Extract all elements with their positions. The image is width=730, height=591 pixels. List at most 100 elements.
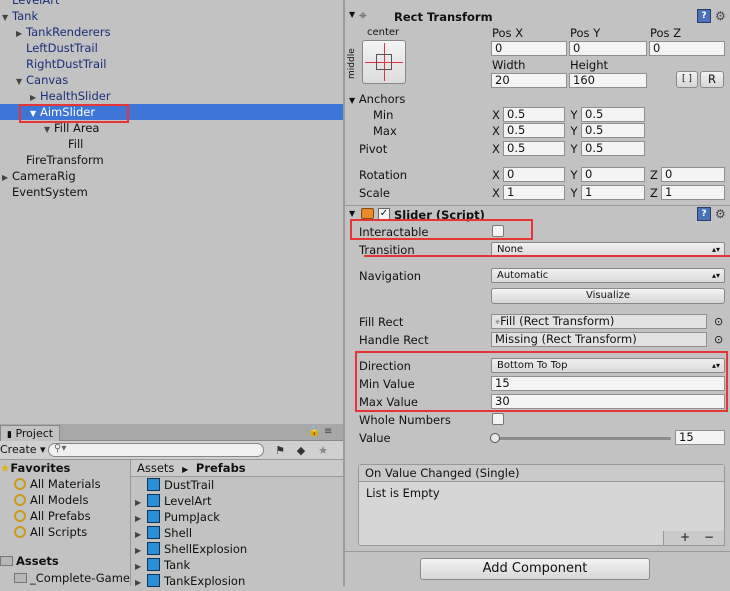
rect-transform-header[interactable]: ▼ ⌖ Rect Transform ? ⚙ xyxy=(345,7,730,27)
pos-x-field[interactable]: 0 xyxy=(491,41,567,56)
pivot-x-field[interactable]: 0.5 xyxy=(503,141,565,156)
height-field[interactable]: 160 xyxy=(569,73,647,88)
slider-component-header[interactable]: ▼ ✓ Slider (Script) ? ⚙ xyxy=(345,207,730,223)
prefab-cube-icon xyxy=(147,574,160,587)
scale-x-field[interactable]: 1 xyxy=(503,185,565,200)
interactable-checkbox[interactable] xyxy=(492,225,504,237)
rotation-y-field[interactable]: 0 xyxy=(581,167,645,182)
direction-dropdown[interactable]: Bottom To Top ▴▾ xyxy=(491,358,725,373)
anchor-max-y-field[interactable]: 0.5 xyxy=(581,123,645,138)
hierarchy-item[interactable]: EventSystem xyxy=(2,184,88,200)
scale-z-field[interactable]: 1 xyxy=(661,185,725,200)
asset-file-item[interactable]: ▶ Tank xyxy=(135,557,190,573)
component-enabled-checkbox[interactable]: ✓ xyxy=(378,208,390,220)
max-value-field[interactable]: 30 xyxy=(491,394,725,409)
asset-file-item[interactable]: ▶ ShellExplosion xyxy=(135,541,247,557)
fill-rect-value: Fill (Rect Transform) xyxy=(500,314,615,328)
favorite-item[interactable]: All Scripts xyxy=(14,524,87,540)
favorite-star-icon[interactable]: ★ xyxy=(313,442,333,459)
asset-file-item[interactable]: ▶ LevelArt xyxy=(135,493,211,509)
filter-label-icon[interactable]: ◆ xyxy=(291,442,311,459)
favorites-header[interactable]: ★Favorites xyxy=(0,460,70,476)
expand-down-icon[interactable]: ▼ xyxy=(16,74,26,90)
anchor-preset-button[interactable] xyxy=(362,40,406,84)
hierarchy-item[interactable]: ▼ Fill Area xyxy=(44,120,99,136)
help-icon[interactable]: ? xyxy=(697,207,711,221)
hierarchy-item-label: AimSlider xyxy=(40,105,96,119)
favorite-item[interactable]: All Materials xyxy=(14,476,101,492)
breadcrumb-current[interactable]: Prefabs xyxy=(196,461,246,475)
handle-rect-field[interactable]: Missing (Rect Transform) xyxy=(491,332,707,347)
rotation-x-field[interactable]: 0 xyxy=(503,167,565,182)
anchor-max-x-field[interactable]: 0.5 xyxy=(503,123,565,138)
expand-down-icon[interactable]: ▼ xyxy=(30,106,40,122)
remove-event-button[interactable]: − xyxy=(704,530,714,544)
hierarchy-item-selected[interactable]: ▼ AimSlider xyxy=(0,104,343,120)
pos-y-label: Pos Y xyxy=(570,26,601,40)
hierarchy-item[interactable]: ▶ CameraRig xyxy=(2,168,76,184)
anchors-foldout[interactable]: ▼ Anchors xyxy=(349,91,405,107)
value-label: Value xyxy=(359,431,391,445)
hierarchy-item[interactable]: LevelArt xyxy=(2,0,59,8)
asset-file-item[interactable]: ▶ Shell xyxy=(135,525,192,541)
assets-header[interactable]: Assets xyxy=(0,553,59,569)
anchor-min-y-field[interactable]: 0.5 xyxy=(581,107,645,122)
breadcrumb-root[interactable]: Assets xyxy=(137,461,174,475)
add-component-button[interactable]: Add Component xyxy=(420,558,650,580)
visualize-button[interactable]: Visualize xyxy=(491,288,725,304)
project-tab-bar: ▮ Project 🔒 ≡ xyxy=(0,424,343,441)
scale-y-field[interactable]: 1 xyxy=(581,185,645,200)
hierarchy-item[interactable]: Fill xyxy=(58,136,83,152)
foldout-arrow-icon[interactable]: ▼ xyxy=(349,209,355,218)
hierarchy-item[interactable]: LeftDustTrail xyxy=(16,40,98,56)
filter-type-icon[interactable]: ⚑ xyxy=(270,442,290,459)
pos-y-field[interactable]: 0 xyxy=(569,41,647,56)
hierarchy-item[interactable]: ▼ Canvas xyxy=(16,72,68,88)
hierarchy-item[interactable]: FireTransform xyxy=(16,152,104,168)
pivot-y-field[interactable]: 0.5 xyxy=(581,141,645,156)
gear-icon[interactable]: ⚙ xyxy=(715,9,726,23)
hierarchy-item[interactable]: ▼ Tank xyxy=(2,8,38,24)
gear-icon[interactable]: ⚙ xyxy=(715,207,726,221)
asset-file-item[interactable]: ▶ TankExplosion xyxy=(135,573,245,589)
expand-down-icon[interactable]: ▼ xyxy=(2,10,12,26)
value-slider-track[interactable] xyxy=(495,437,671,440)
foldout-arrow-icon[interactable]: ▼ xyxy=(349,10,355,19)
value-field[interactable]: 15 xyxy=(675,430,725,445)
whole-numbers-checkbox[interactable] xyxy=(492,413,504,425)
search-filter-icon xyxy=(14,526,26,538)
blueprint-mode-button[interactable]: [ ] xyxy=(676,71,698,88)
asset-folder-item[interactable]: _Complete-Game xyxy=(14,570,130,586)
navigation-dropdown[interactable]: Automatic ▴▾ xyxy=(491,268,725,283)
add-event-button[interactable]: + xyxy=(680,530,690,544)
expand-right-icon[interactable]: ▶ xyxy=(135,575,147,591)
hierarchy-item[interactable]: ▶ HealthSlider xyxy=(30,88,111,104)
object-picker-icon[interactable]: ⊙ xyxy=(714,315,723,328)
fill-rect-field[interactable]: ⌖Fill (Rect Transform) xyxy=(491,314,707,329)
raw-edit-button[interactable]: R xyxy=(700,71,724,88)
anchor-min-x-field[interactable]: 0.5 xyxy=(503,107,565,122)
min-value-field[interactable]: 15 xyxy=(491,376,725,391)
project-divider xyxy=(130,460,131,586)
folder-icon xyxy=(0,556,13,566)
tab-project[interactable]: ▮ Project xyxy=(0,425,61,441)
object-picker-icon[interactable]: ⊙ xyxy=(714,333,723,346)
lock-icon[interactable]: 🔒 xyxy=(308,426,320,437)
asset-file-item[interactable]: DustTrail xyxy=(135,477,214,493)
favorite-item[interactable]: All Models xyxy=(14,492,88,508)
value-slider-thumb[interactable] xyxy=(490,433,500,443)
expand-down-icon[interactable]: ▼ xyxy=(44,122,54,138)
asset-file-item[interactable]: ▶ PumpJack xyxy=(135,509,220,525)
hierarchy-item[interactable]: ▶ TankRenderers xyxy=(16,24,111,40)
star-icon: ★ xyxy=(0,461,11,475)
rotation-z-field[interactable]: 0 xyxy=(661,167,725,182)
search-input[interactable]: ⚲▾ xyxy=(48,443,264,457)
favorite-item[interactable]: All Prefabs xyxy=(14,508,91,524)
width-field[interactable]: 20 xyxy=(491,73,567,88)
pos-z-field[interactable]: 0 xyxy=(649,41,725,56)
create-dropdown[interactable]: Create ▾ xyxy=(0,442,46,458)
help-icon[interactable]: ? xyxy=(697,9,711,23)
panel-menu-icon[interactable]: ≡ xyxy=(324,426,332,437)
height-label: Height xyxy=(570,58,609,72)
hierarchy-item[interactable]: RightDustTrail xyxy=(16,56,106,72)
